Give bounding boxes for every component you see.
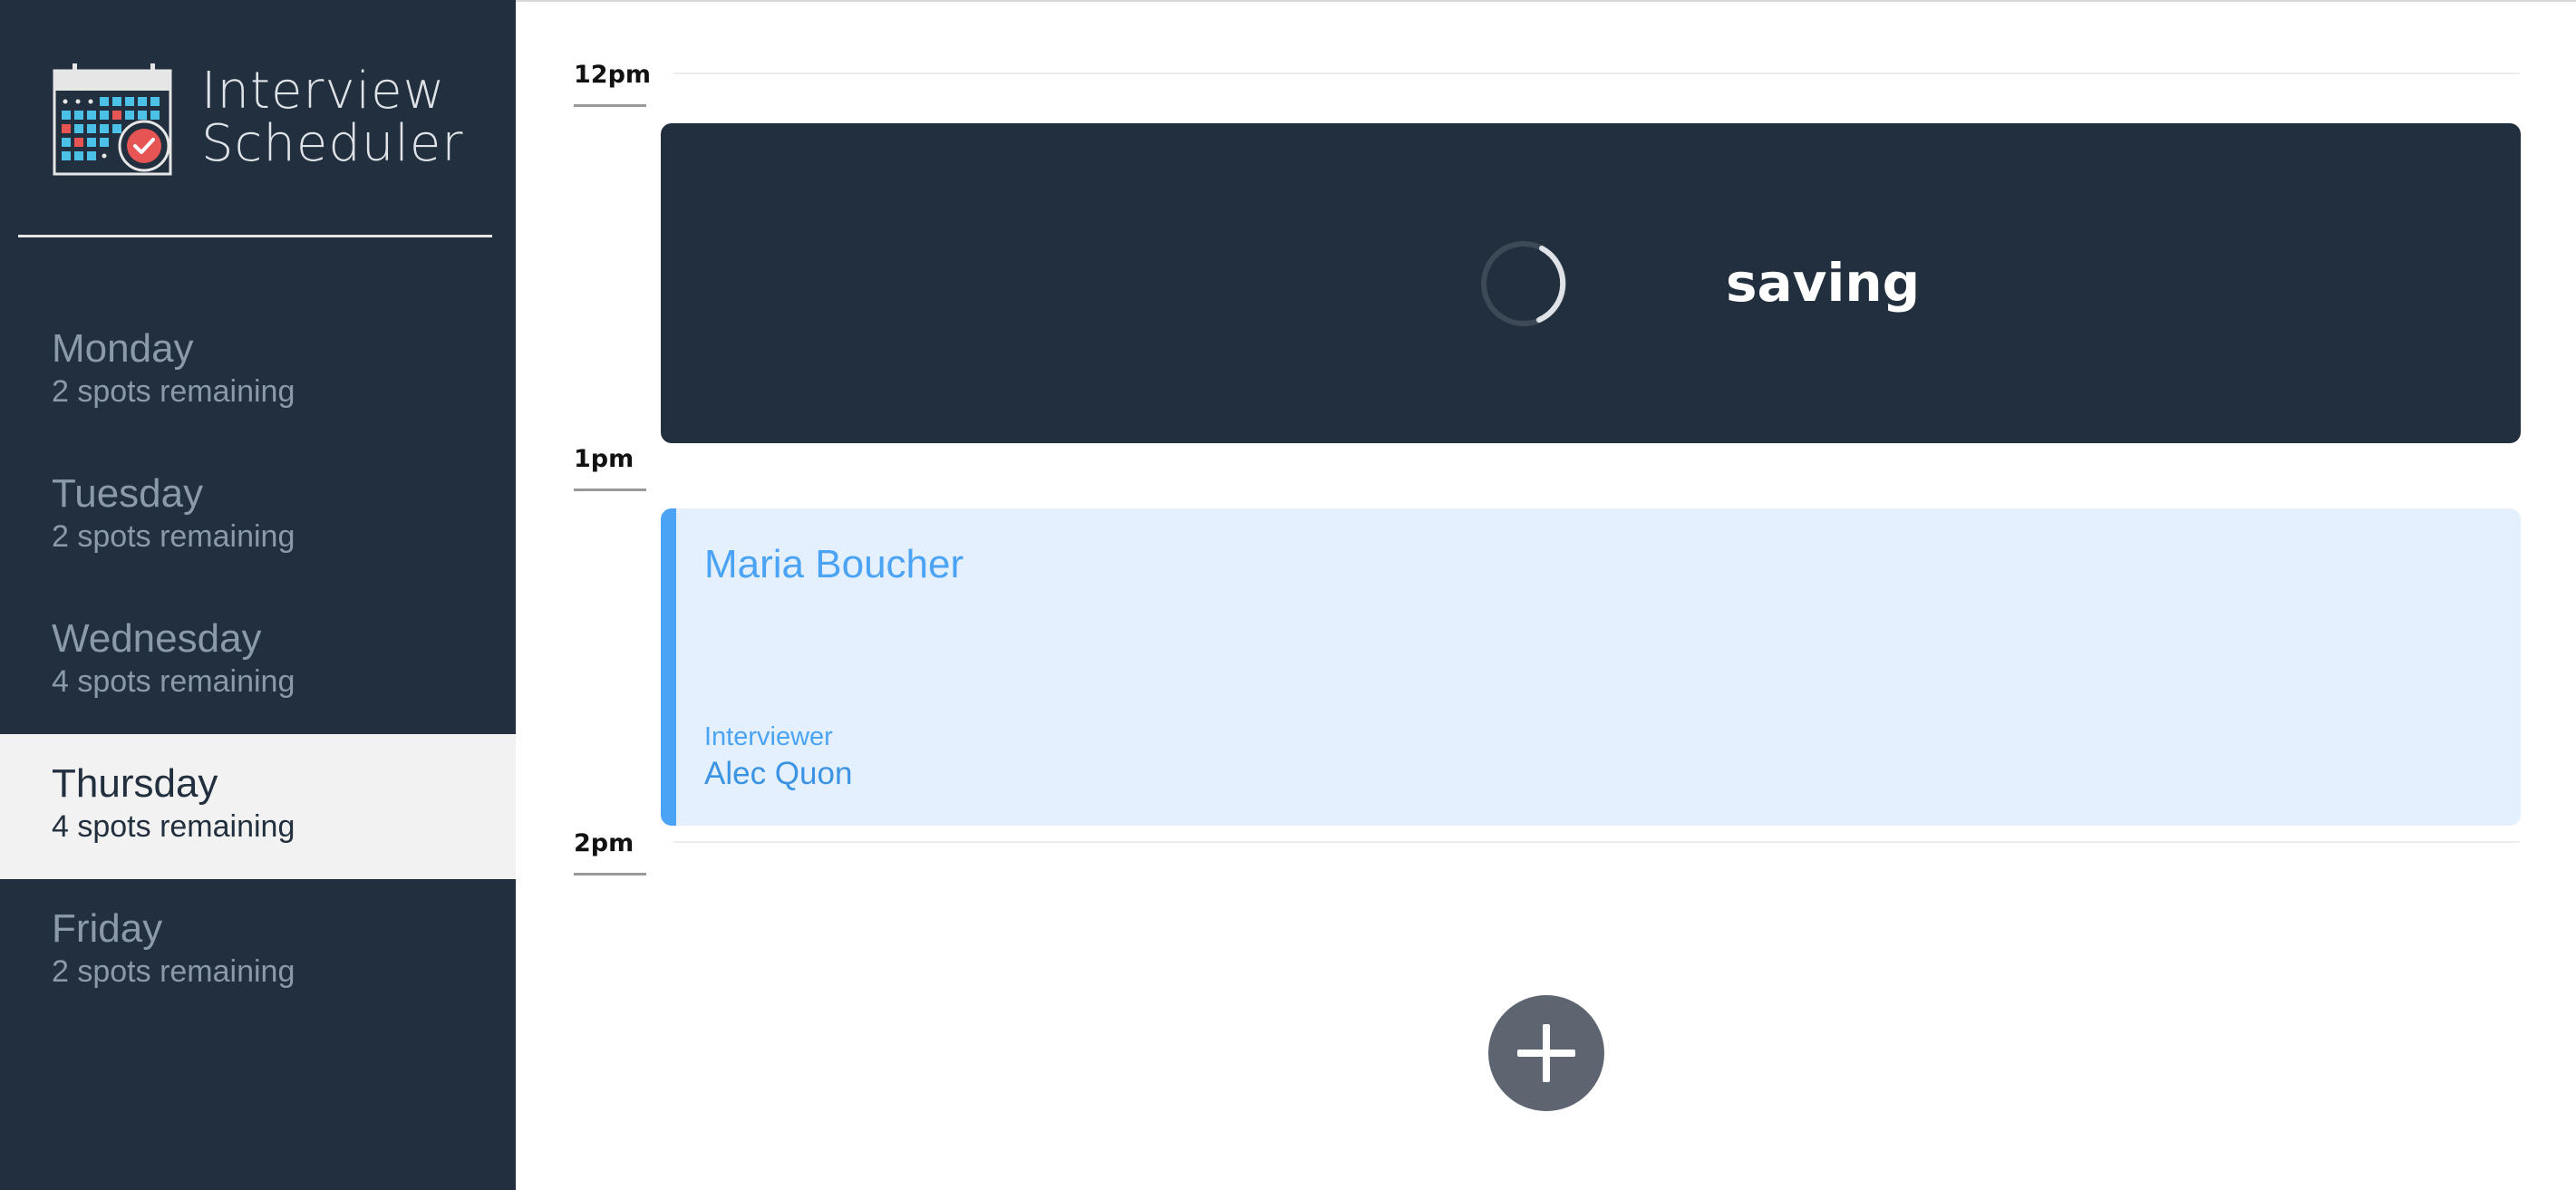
app-title-line1: Interview bbox=[201, 62, 446, 121]
appointment-card[interactable]: Maria Boucher Interviewer Alec Quon bbox=[661, 508, 2521, 826]
schedule-main: 12pm saving 1pm Maria Boucher Interviewe… bbox=[516, 0, 2576, 1190]
day-item-monday[interactable]: Monday 2 spots remaining bbox=[0, 299, 516, 444]
day-name: Monday bbox=[52, 326, 194, 371]
time-underline bbox=[574, 489, 646, 491]
saving-status-card: saving bbox=[661, 123, 2521, 443]
day-item-friday[interactable]: Friday 2 spots remaining bbox=[0, 879, 516, 1024]
time-label-1pm: 1pm bbox=[574, 445, 634, 473]
hour-line bbox=[673, 73, 2520, 74]
saving-label: saving bbox=[1726, 252, 1921, 314]
day-spots: 4 spots remaining bbox=[52, 664, 295, 699]
day-spots: 2 spots remaining bbox=[52, 374, 295, 409]
day-spots: 2 spots remaining bbox=[52, 954, 295, 989]
sidebar-divider bbox=[18, 235, 492, 237]
day-item-thursday[interactable]: Thursday 4 spots remaining bbox=[0, 734, 516, 879]
add-appointment-button[interactable] bbox=[1488, 995, 1604, 1111]
day-list: Monday 2 spots remaining Tuesday 2 spots… bbox=[0, 299, 516, 1024]
student-name: Maria Boucher bbox=[704, 542, 964, 586]
day-name: Thursday bbox=[52, 761, 218, 806]
day-spots: 2 spots remaining bbox=[52, 519, 295, 554]
day-item-tuesday[interactable]: Tuesday 2 spots remaining bbox=[0, 444, 516, 589]
day-name: Friday bbox=[52, 906, 163, 951]
time-label-2pm: 2pm bbox=[574, 829, 634, 857]
spinner-icon bbox=[1479, 239, 1568, 328]
time-underline bbox=[574, 873, 646, 876]
app-title-line2: Scheduler bbox=[201, 114, 464, 173]
day-spots: 4 spots remaining bbox=[52, 809, 295, 844]
day-name: Tuesday bbox=[52, 471, 204, 516]
time-label-12pm: 12pm bbox=[574, 61, 652, 89]
sidebar: Interview Scheduler Monday 2 spots remai… bbox=[0, 0, 516, 1190]
calendar-check-icon bbox=[53, 63, 175, 177]
interviewer-name: Alec Quon bbox=[704, 756, 853, 791]
time-underline bbox=[574, 104, 646, 107]
day-name: Wednesday bbox=[52, 616, 262, 661]
plus-icon bbox=[1517, 1024, 1575, 1082]
day-item-wednesday[interactable]: Wednesday 4 spots remaining bbox=[0, 589, 516, 734]
hour-line bbox=[673, 841, 2520, 843]
interviewer-label: Interviewer bbox=[704, 722, 833, 751]
app-title: Interview Scheduler bbox=[201, 65, 463, 170]
